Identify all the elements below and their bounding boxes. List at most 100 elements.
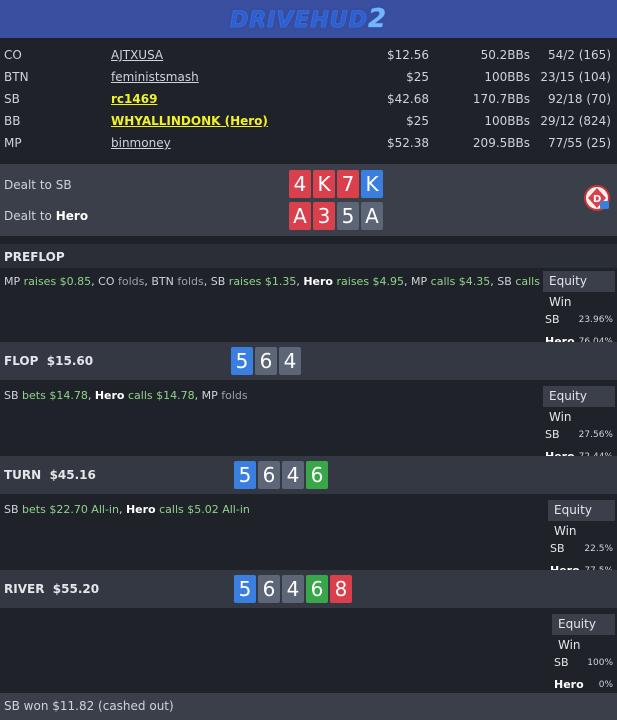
player-position: BTN [4, 70, 29, 84]
action: calls $4.35 [430, 275, 491, 288]
player-stack: $25 [406, 114, 429, 128]
river-body: Equity Win SB 100% Hero 0% [0, 608, 617, 692]
action: bets $22.70 All-in [22, 503, 119, 516]
dealt-hero-label: Dealt to Hero [4, 209, 88, 223]
player-row: CO AJTXUSA $12.56 50.2BBs 54/2 (165) [0, 44, 617, 66]
actor: SB [4, 503, 19, 516]
playing-card: 4 [282, 461, 304, 489]
street-name: FLOP [4, 354, 39, 368]
turn-board-cards: 5646 [234, 461, 328, 489]
playing-card: A [361, 202, 383, 230]
player-position: BB [4, 114, 21, 128]
player-stats: 54/2 (165) [547, 48, 611, 62]
separator: , [296, 275, 300, 288]
action: folds [221, 389, 248, 402]
hand-result: SB won $11.82 (cashed out) [4, 699, 174, 713]
actor: SB [4, 389, 19, 402]
player-name-link[interactable]: rc1469 [111, 88, 157, 110]
equity-header: Equity Win [543, 386, 615, 424]
equity-value: 22.5% [584, 544, 613, 554]
street-pot: $15.60 [46, 354, 94, 368]
preflop-actions: MP raises $0.85, CO folds, BTN folds, SB… [4, 275, 575, 288]
turn-body: SB bets $22.70 All-in, Hero calls $5.02 … [0, 494, 617, 577]
equity-panel: Equity Win SB23.96% Hero76.04% [543, 271, 615, 353]
street-title: FLOP $15.60 [4, 354, 93, 368]
separator: , [118, 503, 123, 516]
equity-row: SB 22.5% [548, 538, 615, 560]
equity-row: SB 100% [552, 652, 615, 674]
player-name-link[interactable]: AJTXUSA [111, 44, 163, 66]
equity-header: Equity Win [548, 500, 615, 538]
preflop-header: PREFLOP [0, 244, 617, 268]
equity-panel: Equity Win SB 100% Hero 0% [552, 614, 615, 696]
actor: , MP [404, 275, 428, 288]
equity-header: Equity Win [552, 614, 615, 652]
player-position: SB [4, 92, 20, 106]
playing-card: 6 [258, 461, 280, 489]
actor: MP [4, 275, 21, 288]
playing-card: 4 [279, 347, 301, 375]
separator: , [87, 389, 92, 402]
playing-card: 4 [289, 170, 311, 198]
logo-text: DRIVEHUD [229, 8, 368, 33]
replay-badge-icon[interactable]: D [583, 184, 611, 212]
playing-card: K [313, 170, 335, 198]
playing-card: 5 [337, 202, 359, 230]
player-stack: $42.68 [387, 92, 429, 106]
playing-card: A [289, 202, 311, 230]
street-title: PREFLOP [4, 250, 65, 264]
player-row: SB rc1469 $42.68 170.7BBs 92/18 (70) [0, 88, 617, 110]
playing-card: K [361, 170, 383, 198]
player-stack: $52.38 [387, 136, 429, 150]
playing-card: 5 [234, 461, 256, 489]
player-stats: 29/12 (824) [540, 114, 611, 128]
turn-actions: SB bets $22.70 All-in, Hero calls $5.02 … [4, 503, 250, 516]
flop-actions: SB bets $14.78, Hero calls $14.78, MP fo… [4, 389, 248, 402]
street-pot: $55.20 [52, 582, 100, 596]
action: bets $14.78 [22, 389, 88, 402]
actor: , MP [194, 389, 218, 402]
action: raises $1.35 [228, 275, 297, 288]
logo-suffix: 2 [367, 4, 388, 34]
preflop-body: MP raises $0.85, CO folds, BTN folds, SB… [0, 268, 617, 348]
street-name: RIVER [4, 582, 45, 596]
actor: , SB [490, 275, 512, 288]
playing-card: 6 [258, 575, 280, 603]
actor: Hero [94, 389, 125, 402]
equity-value: 23.96% [578, 315, 613, 325]
dealt-prefix: Dealt to [4, 178, 52, 192]
playing-card: 5 [234, 575, 256, 603]
player-stack-bb: 100BBs [484, 70, 530, 84]
player-position: MP [4, 136, 22, 150]
actor: Hero [125, 503, 156, 516]
action: calls $5.02 All-in [159, 503, 250, 516]
player-stack-bb: 170.7BBs [472, 92, 530, 106]
action: raises $0.85 [23, 275, 92, 288]
equity-player: SB [554, 656, 569, 669]
player-name-link[interactable]: binmoney [111, 132, 171, 154]
equity-player: SB [545, 313, 560, 326]
player-stack-bb: 100BBs [484, 114, 530, 128]
turn-header: TURN $45.16 5646 [0, 456, 617, 494]
playing-card: 7 [337, 170, 359, 198]
flop-board-cards: 564 [231, 347, 301, 375]
player-stack: $12.56 [387, 48, 429, 62]
action: folds [177, 275, 204, 288]
player-position: CO [4, 48, 22, 62]
equity-row: SB 27.56% [543, 424, 615, 446]
drivehud-logo: DRIVEHUD2 [230, 4, 387, 34]
player-stats: 77/55 (25) [547, 136, 611, 150]
equity-value: 100% [587, 658, 613, 668]
street-pot: $45.16 [49, 468, 96, 482]
equity-row: SB 23.96% [543, 309, 615, 331]
actor: , SB [203, 275, 226, 288]
action: calls $14.78 [127, 389, 195, 402]
dealt-prefix: Dealt to [4, 209, 52, 223]
flop-body: SB bets $14.78, Hero calls $14.78, MP fo… [0, 380, 617, 463]
player-name-link[interactable]: WHYALLINDONK (Hero) [111, 110, 268, 132]
player-name-link[interactable]: feministsmash [111, 66, 199, 88]
equity-value: 27.56% [578, 430, 613, 440]
player-stats: 92/18 (70) [547, 92, 611, 106]
river-board-cards: 56468 [234, 575, 352, 603]
player-row: MP binmoney $52.38 209.5BBs 77/55 (25) [0, 132, 617, 154]
